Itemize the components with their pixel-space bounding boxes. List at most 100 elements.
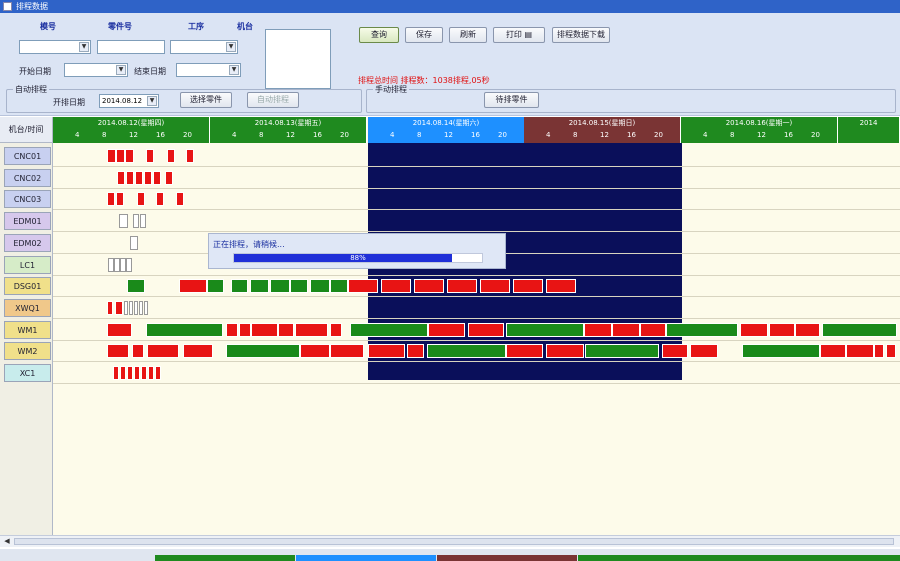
task-block[interactable] xyxy=(156,192,164,207)
chevron-down-icon[interactable]: ▼ xyxy=(226,42,236,52)
schedule-start-picker[interactable]: 2014.08.12 ▼ xyxy=(99,94,159,108)
pending-parts-button[interactable]: 待排零件 xyxy=(484,92,539,108)
scroll-thumb[interactable] xyxy=(14,538,894,545)
task-block[interactable] xyxy=(186,149,194,163)
task-block[interactable] xyxy=(769,322,795,337)
task-block[interactable] xyxy=(113,366,119,380)
task-block[interactable] xyxy=(148,366,154,380)
machine-row-label[interactable]: WM2 xyxy=(4,342,51,361)
task-block[interactable] xyxy=(107,300,113,315)
task-block[interactable] xyxy=(468,322,504,337)
task-block[interactable] xyxy=(742,344,820,359)
task-block[interactable] xyxy=(795,322,820,337)
task-block[interactable] xyxy=(130,235,138,250)
task-block[interactable] xyxy=(179,279,207,294)
task-block[interactable] xyxy=(226,344,300,359)
task-block[interactable] xyxy=(147,344,179,359)
chevron-down-icon[interactable]: ▼ xyxy=(116,65,126,75)
task-block[interactable] xyxy=(290,279,308,294)
print-button[interactable]: 打印 ▤ xyxy=(493,27,545,43)
task-block[interactable] xyxy=(155,366,161,380)
task-block[interactable] xyxy=(107,344,129,359)
task-block[interactable] xyxy=(250,279,269,294)
machine-row-label[interactable]: DSG01 xyxy=(4,277,51,296)
export-button[interactable]: 排程数据下载 xyxy=(552,27,610,43)
task-block[interactable] xyxy=(330,322,342,337)
task-block[interactable] xyxy=(690,344,718,359)
task-block[interactable] xyxy=(427,344,506,359)
task-block[interactable] xyxy=(117,170,125,185)
task-block[interactable] xyxy=(251,322,278,337)
task-block[interactable] xyxy=(107,192,115,207)
task-block[interactable] xyxy=(120,366,126,380)
task-block[interactable] xyxy=(612,322,640,337)
start-date-picker[interactable]: ▼ xyxy=(64,63,128,77)
task-block[interactable] xyxy=(662,344,688,359)
task-block[interactable] xyxy=(822,322,897,337)
task-block[interactable] xyxy=(176,192,184,207)
machine-row-label[interactable]: CNC02 xyxy=(4,168,51,187)
task-block[interactable] xyxy=(513,279,543,294)
task-block[interactable] xyxy=(135,170,143,185)
task-block[interactable] xyxy=(132,344,144,359)
task-block[interactable] xyxy=(414,279,444,294)
scroll-left-icon[interactable]: ◀ xyxy=(2,537,12,546)
task-block[interactable] xyxy=(239,322,251,337)
task-block[interactable] xyxy=(139,300,143,315)
task-block[interactable] xyxy=(295,322,328,337)
task-block[interactable] xyxy=(137,192,145,207)
task-block[interactable] xyxy=(146,322,223,337)
select-parts-button[interactable]: 选择零件 xyxy=(180,92,232,108)
task-block[interactable] xyxy=(134,366,140,380)
task-block[interactable] xyxy=(310,279,330,294)
task-block[interactable] xyxy=(330,344,364,359)
process-combo[interactable]: ▼ xyxy=(170,40,238,54)
task-block[interactable] xyxy=(407,344,424,359)
task-block[interactable] xyxy=(126,257,132,272)
task-block[interactable] xyxy=(146,149,154,163)
task-block[interactable] xyxy=(127,279,145,294)
task-block[interactable] xyxy=(124,300,128,315)
task-block[interactable] xyxy=(428,322,465,337)
task-block[interactable] xyxy=(874,344,884,359)
task-block[interactable] xyxy=(141,366,147,380)
task-block[interactable] xyxy=(107,149,116,163)
machine-row-label[interactable]: CNC03 xyxy=(4,190,51,209)
task-block[interactable] xyxy=(125,149,134,163)
query-button[interactable]: 查询 xyxy=(359,27,399,43)
machine-row-label[interactable]: EDM01 xyxy=(4,212,51,231)
machine-row-label[interactable]: EDM02 xyxy=(4,233,51,252)
task-block[interactable] xyxy=(165,170,173,185)
task-block[interactable] xyxy=(231,279,248,294)
task-block[interactable] xyxy=(116,192,124,207)
task-block[interactable] xyxy=(144,170,152,185)
machine-row-label[interactable]: LC1 xyxy=(4,255,51,274)
task-block[interactable] xyxy=(350,322,428,337)
task-block[interactable] xyxy=(116,149,125,163)
auto-schedule-button[interactable]: 自动排程 xyxy=(247,92,299,108)
task-block[interactable] xyxy=(119,214,128,229)
task-block[interactable] xyxy=(506,344,543,359)
model-combo[interactable]: ▼ xyxy=(19,40,91,54)
task-block[interactable] xyxy=(846,344,874,359)
horizontal-scrollbar[interactable]: ◀ xyxy=(0,535,900,547)
task-block[interactable] xyxy=(640,322,666,337)
task-block[interactable] xyxy=(153,170,161,185)
part-input[interactable] xyxy=(97,40,165,54)
task-block[interactable] xyxy=(585,344,659,359)
task-block[interactable] xyxy=(584,322,612,337)
refresh-button[interactable]: 刷新 xyxy=(449,27,487,43)
task-block[interactable] xyxy=(183,344,213,359)
task-block[interactable] xyxy=(740,322,768,337)
machine-list[interactable] xyxy=(265,29,331,89)
task-block[interactable] xyxy=(300,344,330,359)
machine-row-label[interactable]: XWQ1 xyxy=(4,298,51,317)
task-block[interactable] xyxy=(546,279,576,294)
task-block[interactable] xyxy=(115,300,123,315)
task-block[interactable] xyxy=(129,300,133,315)
task-block[interactable] xyxy=(226,322,238,337)
machine-row-label[interactable]: CNC01 xyxy=(4,147,51,165)
task-block[interactable] xyxy=(140,214,146,229)
task-block[interactable] xyxy=(820,344,846,359)
task-block[interactable] xyxy=(133,214,139,229)
